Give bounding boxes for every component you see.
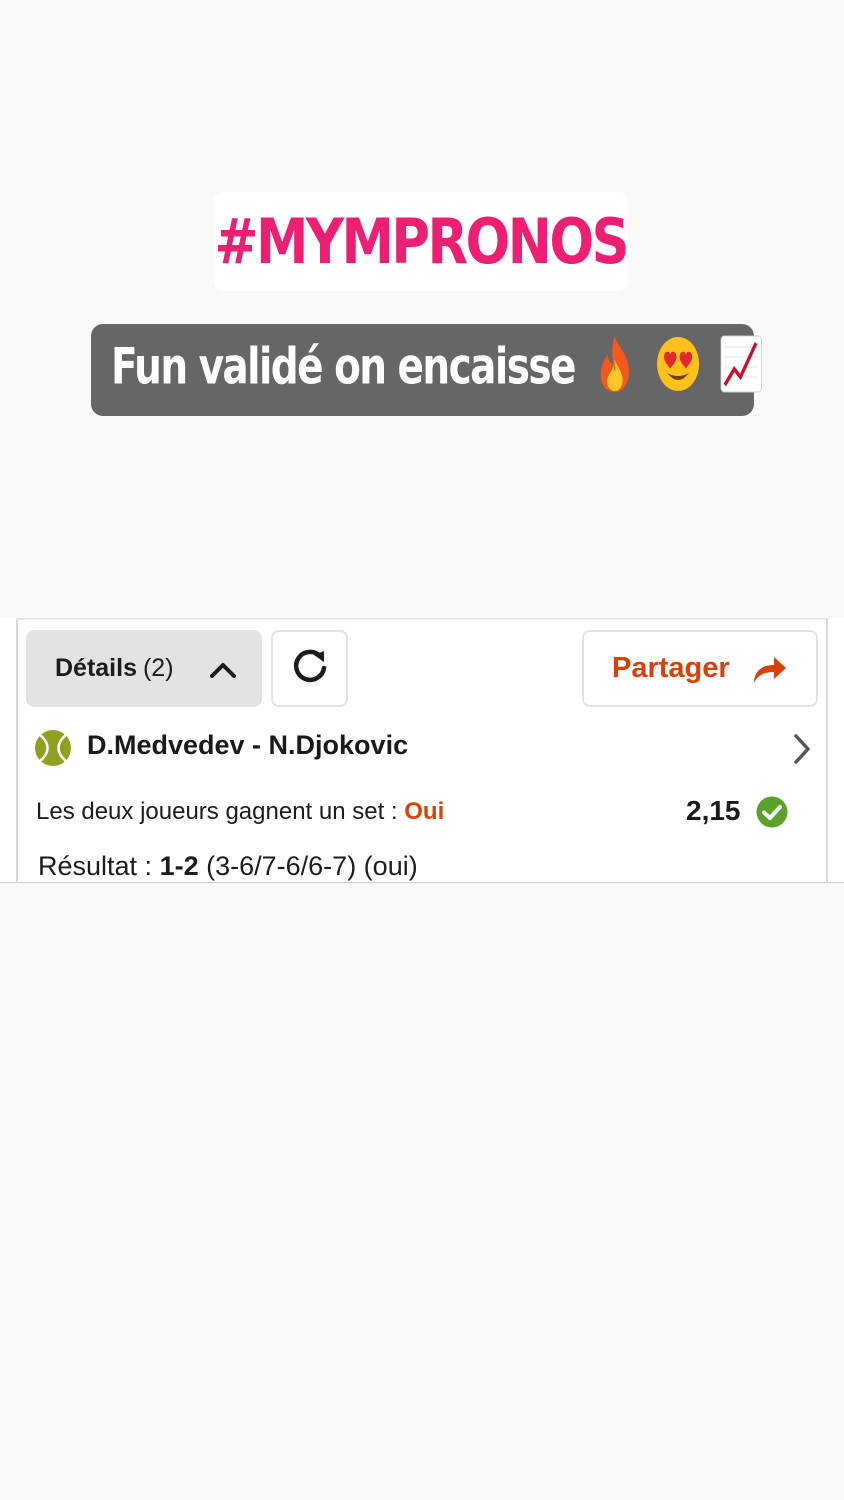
- fire-emoji: [595, 334, 636, 406]
- match-row[interactable]: D.Medvedev - N.Djokovic: [34, 729, 824, 769]
- match-name: D.Medvedev - N.Djokovic: [87, 730, 409, 760]
- caption-sticker: Fun validé on encaisse: [91, 324, 762, 416]
- bet-selection: Les deux joueurs gagnent un set : Oui: [36, 798, 444, 826]
- check-circle-icon: [756, 796, 788, 833]
- result-score: 1-2: [159, 851, 199, 881]
- result-line: Résultat : 1-2 (3-6/7-6/6-7) (oui): [38, 851, 418, 882]
- refresh-button[interactable]: [271, 630, 348, 707]
- tennis-ball-icon: [34, 729, 72, 772]
- caption-label: Fun validé on encaisse: [111, 337, 577, 396]
- odds-value: 2,15: [686, 795, 741, 826]
- chevron-right-icon: [792, 733, 812, 770]
- result-detail: (3-6/7-6/6-7) (oui): [206, 851, 418, 881]
- chevron-up-icon: [210, 657, 236, 686]
- share-arrow-icon: [750, 651, 788, 695]
- share-label: Partager: [612, 652, 730, 684]
- card-top-border: [16, 618, 828, 620]
- result-label: Résultat :: [38, 851, 153, 881]
- bet-value: Oui: [404, 798, 445, 825]
- hashtag-sticker: #MYMPRONOS: [214, 192, 630, 291]
- bet-card: Détails (2) Partager D.Medvedev - N.Djok…: [0, 618, 844, 883]
- refresh-icon: [290, 646, 330, 691]
- caption-text: Fun validé on encaisse: [111, 334, 762, 406]
- details-label: Détails: [55, 654, 137, 682]
- hashtag-text: #MYMPRONOS: [214, 205, 630, 278]
- share-button[interactable]: Partager: [582, 630, 818, 707]
- details-toggle-button[interactable]: Détails (2): [26, 630, 262, 707]
- details-count: (2): [142, 654, 174, 682]
- chart-increasing-emoji: [720, 335, 762, 405]
- bet-label: Les deux joueurs gagnent un set :: [36, 798, 398, 825]
- heart-eyes-emoji: [655, 335, 700, 405]
